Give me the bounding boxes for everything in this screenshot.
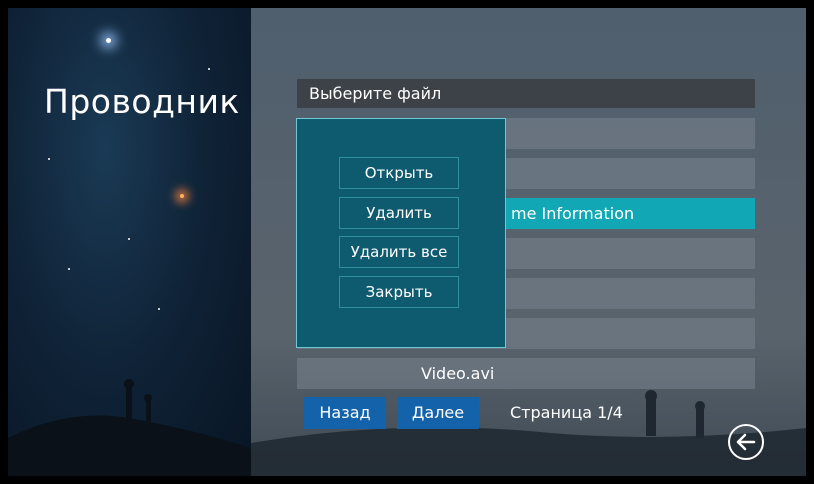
delete-all-button[interactable]: Удалить все: [339, 236, 459, 268]
open-button[interactable]: Открыть: [339, 157, 459, 189]
page-indicator: Страница 1/4: [510, 403, 623, 422]
page-title: Проводник: [44, 82, 240, 121]
left-panel: [8, 8, 251, 476]
star: [158, 308, 160, 310]
delete-button[interactable]: Удалить: [339, 197, 459, 229]
next-button[interactable]: Далее: [397, 397, 479, 429]
file-row-label: Video.avi: [421, 364, 495, 383]
star: [106, 38, 111, 43]
close-button[interactable]: Закрыть: [339, 276, 459, 308]
hill-silhouette: [8, 379, 251, 476]
file-list-header: Выберите файл: [297, 79, 755, 108]
star: [128, 238, 130, 240]
file-row-label: me Information: [511, 204, 635, 223]
star: [208, 68, 210, 70]
back-button[interactable]: Назад: [304, 397, 386, 429]
return-arrow-icon[interactable]: [728, 424, 764, 460]
star: [180, 194, 184, 198]
star: [48, 158, 50, 160]
star: [68, 268, 70, 270]
file-row[interactable]: Video.avi: [297, 358, 755, 389]
context-menu: Открыть Удалить Удалить все Закрыть: [296, 118, 506, 348]
